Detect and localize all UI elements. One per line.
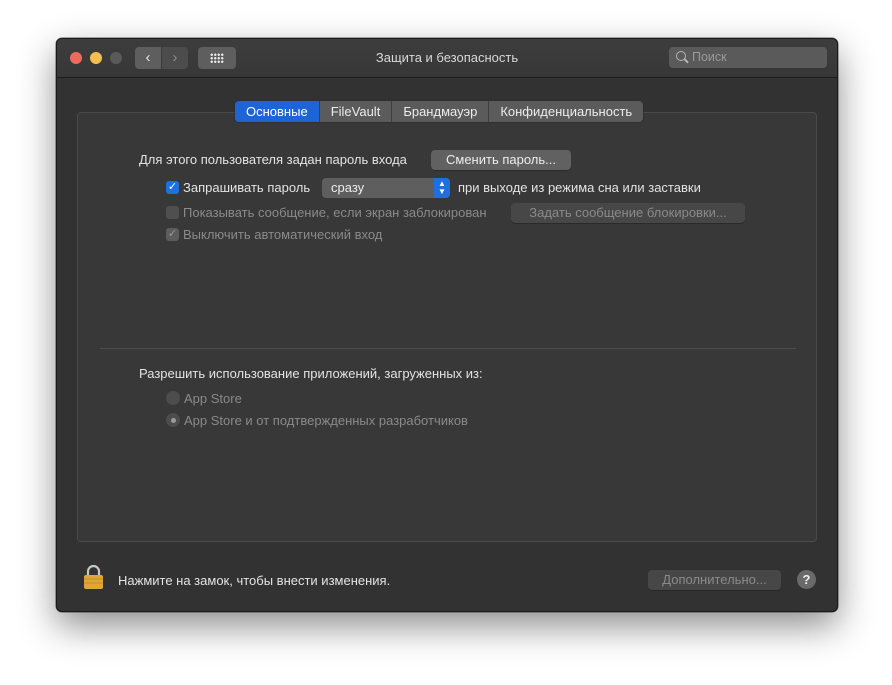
password-set-label: Для этого пользователя задан пароль вход… [139, 152, 407, 167]
show-message-label: Показывать сообщение, если экран заблоки… [183, 205, 487, 220]
set-lock-message-button[interactable]: Задать сообщение блокировки... [511, 203, 745, 223]
help-button[interactable]: ? [797, 570, 816, 589]
tab-firewall[interactable]: Брандмауэр [392, 101, 490, 122]
require-password-checkbox[interactable]: ✓ [166, 181, 179, 194]
title-bar: ‹ › Защита и безопасность Поиск [57, 39, 837, 78]
tab-general[interactable]: Основные [235, 101, 320, 122]
preferences-window: ‹ › Защита и безопасность Поиск Для этог… [56, 38, 838, 612]
section-divider [100, 348, 796, 349]
select-value: сразу [331, 180, 365, 195]
updown-arrows-icon: ▲ ▼ [434, 178, 450, 198]
radio-app-store[interactable] [166, 391, 180, 405]
require-password-suffix: при выходе из режима сна или заставки [458, 180, 701, 195]
tab-filevault[interactable]: FileVault [320, 101, 393, 122]
radio-app-store-identified-label: App Store и от подтвержденных разработчи… [184, 413, 468, 428]
require-password-label: Запрашивать пароль [183, 180, 311, 195]
show-message-checkbox[interactable] [166, 206, 179, 219]
lock-icon[interactable] [83, 564, 104, 590]
radio-app-store-label: App Store [184, 391, 242, 406]
search-field[interactable]: Поиск [669, 47, 827, 68]
advanced-button[interactable]: Дополнительно... [648, 570, 781, 590]
tab-bar: Основные FileVault Брандмауэр Конфиденци… [235, 101, 644, 122]
lock-hint-text: Нажмите на замок, чтобы внести изменения… [118, 573, 391, 588]
search-placeholder: Поиск [692, 50, 727, 64]
search-icon [676, 51, 686, 61]
disable-autologin-label: Выключить автоматический вход [183, 227, 383, 242]
radio-app-store-identified[interactable] [166, 413, 180, 427]
content-panel: Для этого пользователя задан пароль вход… [77, 112, 817, 542]
tab-privacy[interactable]: Конфиденциальность [489, 101, 643, 122]
require-password-delay-select[interactable]: сразу ▲ ▼ [322, 178, 450, 198]
allow-apps-heading: Разрешить использование приложений, загр… [139, 366, 483, 381]
change-password-button[interactable]: Сменить пароль... [431, 150, 571, 170]
disable-autologin-checkbox[interactable]: ✓ [166, 228, 179, 241]
